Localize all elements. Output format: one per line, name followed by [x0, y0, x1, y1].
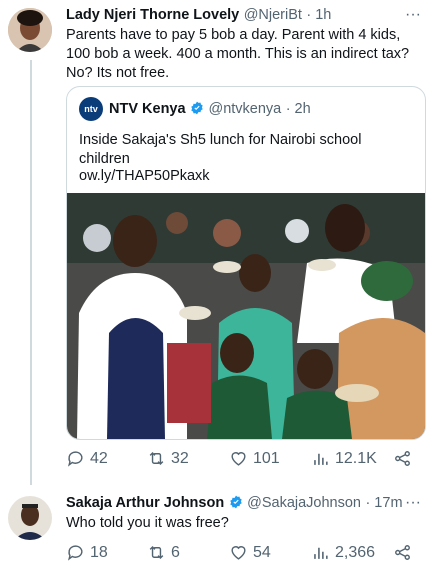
share-button[interactable]: [393, 543, 412, 562]
views-button[interactable]: 2,366: [311, 543, 375, 562]
verified-badge-icon: [229, 495, 242, 509]
tweet-text: Who told you it was free?: [66, 515, 229, 531]
quote-author-name: NTV Kenya: [109, 101, 186, 117]
views-icon: [314, 547, 328, 559]
reply-button[interactable]: 42: [66, 449, 108, 468]
avatar-image: [8, 8, 52, 52]
avatar-image: [8, 496, 52, 540]
tweet1-header: Lady Njeri Thorne Lovely @NjeriBt · 1h: [66, 6, 331, 24]
view-count: 2,366: [335, 543, 376, 561]
reply-count: 18: [90, 543, 108, 561]
verified-badge-icon: [191, 101, 203, 115]
quote-text: Inside Sakaja's Sh5 lunch for Nairobi sc…: [79, 132, 362, 167]
share-icon: [395, 451, 410, 466]
retweet-icon: [149, 545, 164, 560]
retweet-button[interactable]: 6: [147, 543, 180, 562]
tweet-time[interactable]: · 17m: [365, 495, 402, 511]
heart-icon: [231, 452, 246, 466]
more-icon[interactable]: ···: [405, 494, 421, 512]
share-button[interactable]: [393, 449, 412, 468]
tweet-text: Parents have to pay 5 bob a day. Parent …: [66, 27, 410, 81]
tweet-time[interactable]: · 1h: [306, 7, 331, 23]
quote-header: NTV Kenya @ntvkenya · 2h: [109, 100, 311, 118]
like-count: 101: [253, 449, 280, 467]
views-button[interactable]: 12.1K: [311, 449, 377, 468]
ntv-logo: ntv: [79, 97, 103, 121]
quote-link[interactable]: ow.ly/THAP50Pkaxk: [79, 167, 210, 186]
more-icon[interactable]: ···: [405, 6, 421, 24]
thread-line: [30, 60, 32, 485]
author-handle[interactable]: @SakajaJohnson: [247, 495, 361, 511]
avatar-sakaja[interactable]: [8, 496, 52, 540]
views-icon: [314, 453, 328, 465]
heart-icon: [231, 546, 246, 560]
quote-handle: @ntvkenya: [208, 101, 282, 117]
retweet-icon: [149, 451, 164, 466]
author-handle[interactable]: @NjeriBt: [244, 7, 302, 23]
like-button[interactable]: 54: [229, 543, 271, 562]
quote-photo[interactable]: [67, 193, 425, 439]
retweet-button[interactable]: 32: [147, 449, 189, 468]
author-name[interactable]: Sakaja Arthur Johnson: [66, 495, 224, 511]
quoted-tweet[interactable]: ntv NTV Kenya @ntvkenya · 2h Inside Saka…: [66, 86, 426, 440]
author-name[interactable]: Lady Njeri Thorne Lovely: [66, 7, 239, 23]
reply-icon: [67, 545, 83, 561]
share-icon: [395, 545, 410, 560]
view-count: 12.1K: [335, 449, 377, 467]
like-button[interactable]: 101: [229, 449, 280, 468]
reply-icon: [67, 451, 83, 467]
like-count: 54: [253, 543, 271, 561]
reply-count: 42: [90, 449, 108, 467]
reply-button[interactable]: 18: [66, 543, 108, 562]
avatar-njeri[interactable]: [8, 8, 52, 52]
retweet-count: 6: [171, 543, 180, 561]
tweet2-header: Sakaja Arthur Johnson @SakajaJohnson · 1…: [66, 494, 403, 512]
retweet-count: 32: [171, 449, 189, 467]
quote-time: · 2h: [285, 101, 311, 117]
